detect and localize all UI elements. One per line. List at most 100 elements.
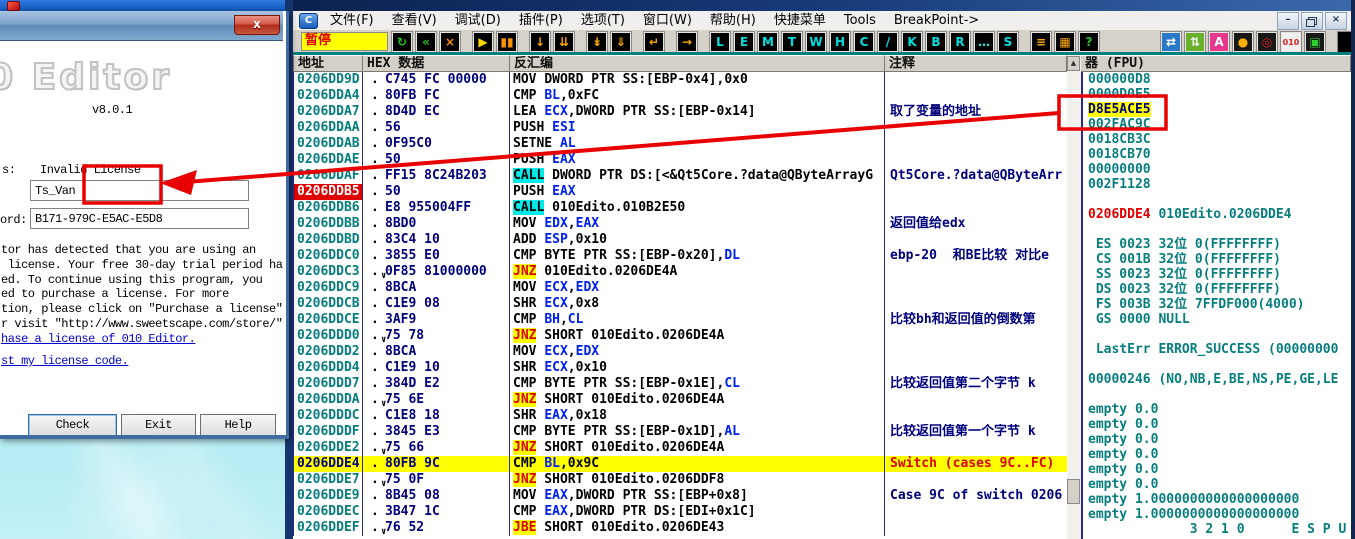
disasm-row[interactable]: 0206DDEF. ∨ 76 52 JBE SHORT 010Edito.0206DE…: [293, 520, 1067, 536]
register-line[interactable]: 3 2 1 0 E S P U: [1083, 522, 1351, 537]
register-line[interactable]: 00000246 (NO,NB,E,BE,NS,PE,GE,LE: [1083, 372, 1351, 387]
cpu-window-button[interactable]: C: [853, 31, 875, 53]
register-line[interactable]: CS 001B 32位 0(FFFFFFFF): [1083, 252, 1351, 267]
disasm-row[interactable]: 0206DDC3. ∨ 0F85 81000000 JNZ 010Edito.0206…: [293, 264, 1067, 280]
animate-into-button[interactable]: ↡: [586, 31, 608, 53]
executables-window-button[interactable]: E: [733, 31, 755, 53]
memory-window-button[interactable]: M: [757, 31, 779, 53]
disasm-scrollbar[interactable]: ▲: [1067, 55, 1081, 539]
menu-item-9[interactable]: Tools: [835, 11, 885, 30]
disasm-row[interactable]: 0206DDD2. 8BCA MOV ECX,EDX: [293, 344, 1067, 360]
disasm-row[interactable]: 0206DDD0. ∨ 75 78 JNZ SHORT 010Edito.0206DE…: [293, 328, 1067, 344]
disasm-row[interactable]: 0206DDE9. 8B45 08 MOV EAX,DWORD PTR SS:[EB…: [293, 488, 1067, 504]
disasm-row[interactable]: 0206DDCE. 3AF9 CMP BH,CL 比较bh和返回值的倒数第: [293, 312, 1067, 328]
purchase-license-link[interactable]: hase a license of 010 Editor.: [1, 332, 196, 346]
disasm-row[interactable]: 0206DDC0. 3855 E0 CMP BYTE PTR SS:[EBP-0x2…: [293, 248, 1067, 264]
plugin-circle-button[interactable]: ●: [1232, 31, 1254, 53]
password-field[interactable]: [30, 208, 249, 229]
register-line[interactable]: empty 0.0: [1083, 417, 1351, 432]
close-button[interactable]: ×: [1325, 12, 1347, 30]
help-button[interactable]: ?: [1078, 31, 1100, 53]
restore-button[interactable]: [1301, 12, 1323, 30]
call-stack-window-button[interactable]: K: [901, 31, 923, 53]
register-line[interactable]: empty 0.0: [1083, 402, 1351, 417]
register-line[interactable]: empty 1.0000000000000000000: [1083, 492, 1351, 507]
register-line[interactable]: [1083, 357, 1351, 372]
register-line[interactable]: empty 0.0: [1083, 462, 1351, 477]
scroll-up-icon[interactable]: ▲: [1067, 56, 1080, 71]
run-button[interactable]: ▶: [472, 31, 494, 53]
disasm-row[interactable]: 0206DDA4. 80FB FC CMP BL,0xFC: [293, 88, 1067, 104]
register-line[interactable]: GS 0000 NULL: [1083, 312, 1351, 327]
disasm-row[interactable]: 0206DDBD. 83C4 10 ADD ESP,0x10: [293, 232, 1067, 248]
step-into-button[interactable]: ↓: [529, 31, 551, 53]
disasm-row[interactable]: 0206DDAB. 0F95C0 SETNE AL: [293, 136, 1067, 152]
register-line[interactable]: 002FAC9C: [1083, 117, 1351, 132]
disasm-row[interactable]: 0206DDDF. 3845 E3 CMP BYTE PTR SS:[EBP-0x1…: [293, 424, 1067, 440]
disasm-row[interactable]: 0206DDAF. FF15 8C24B203 CALL DWORD PTR DS:…: [293, 168, 1067, 184]
disasm-row[interactable]: 0206DDCB. C1E9 08 SHR ECX,0x8: [293, 296, 1067, 312]
close-process-button[interactable]: ×: [439, 31, 461, 53]
register-line[interactable]: 0000D0E5: [1083, 87, 1351, 102]
pause-button[interactable]: ▮▮: [496, 31, 518, 53]
menu-item-7[interactable]: 帮助(H): [701, 11, 765, 30]
register-line[interactable]: 0018CB70: [1083, 147, 1351, 162]
threads-window-button[interactable]: T: [781, 31, 803, 53]
grid-button[interactable]: ▦: [1054, 31, 1076, 53]
plugin-window-button[interactable]: ▣: [1304, 31, 1326, 53]
register-line[interactable]: DS 0023 32位 0(FFFFFFFF): [1083, 282, 1351, 297]
minimize-button[interactable]: –: [1277, 12, 1299, 30]
plugin-010-button[interactable]: 010: [1280, 31, 1302, 53]
menu-item-1[interactable]: 文件(F): [321, 11, 383, 30]
help-button[interactable]: Help: [200, 414, 276, 435]
exit-button[interactable]: Exit: [121, 414, 196, 435]
plugin-target-button[interactable]: ◎: [1256, 31, 1278, 53]
register-line[interactable]: empty 0.0: [1083, 432, 1351, 447]
plugin-swap-button[interactable]: ⇄: [1160, 31, 1182, 53]
check-license-button[interactable]: Check License: [28, 414, 117, 435]
disasm-row[interactable]: 0206DDB6. E8 955004FF CALL 010Edito.010B2E…: [293, 200, 1067, 216]
disasm-row[interactable]: 0206DDB5. 50 PUSH EAX: [293, 184, 1067, 200]
register-line[interactable]: 0018CB3C: [1083, 132, 1351, 147]
register-line[interactable]: 002F1128: [1083, 177, 1351, 192]
disasm-row[interactable]: 0206DDE7. ∨ 75 0F JNZ SHORT 010Edito.0206DD…: [293, 472, 1067, 488]
register-line[interactable]: SS 0023 32位 0(FFFFFFFF): [1083, 267, 1351, 282]
register-line[interactable]: [1083, 387, 1351, 402]
register-line[interactable]: empty 0.0: [1083, 447, 1351, 462]
register-line[interactable]: empty 0.0: [1083, 477, 1351, 492]
scrollbar-thumb[interactable]: [1067, 479, 1080, 504]
list-button[interactable]: ≡: [1030, 31, 1052, 53]
disasm-row[interactable]: 0206DDEC. 3B47 1C CMP EAX,DWORD PTR DS:[ED…: [293, 504, 1067, 520]
restart-button[interactable]: ↻: [391, 31, 413, 53]
handles-window-button[interactable]: H: [829, 31, 851, 53]
cpu-window-icon[interactable]: C: [299, 13, 318, 29]
request-license-link[interactable]: st my license code.: [1, 354, 129, 368]
disasm-row[interactable]: 0206DDE2. ∨ 75 66 JNZ SHORT 010Edito.0206DE…: [293, 440, 1067, 456]
go-to-button[interactable]: →: [676, 31, 698, 53]
breakpoints-window-button[interactable]: B: [925, 31, 947, 53]
run-trace-window-button[interactable]: …: [973, 31, 995, 53]
step-back-button[interactable]: «: [415, 31, 437, 53]
patches-window-button[interactable]: /: [877, 31, 899, 53]
register-line[interactable]: 00000000: [1083, 162, 1351, 177]
plugin-updown-button[interactable]: ⇅: [1184, 31, 1206, 53]
menu-item-8[interactable]: 快捷菜单: [765, 11, 835, 30]
animate-over-button[interactable]: ⇓: [610, 31, 632, 53]
step-over-button[interactable]: ⇊: [553, 31, 575, 53]
disasm-row[interactable]: 0206DDAE. 50 PUSH EAX: [293, 152, 1067, 168]
execute-till-return-button[interactable]: ↵: [643, 31, 665, 53]
menu-item-3[interactable]: 调试(D): [446, 11, 510, 30]
disasm-row[interactable]: 0206DDE4. 80FB 9C CMP BL,0x9C Switch (cases…: [293, 456, 1067, 472]
log-window-button[interactable]: L: [709, 31, 731, 53]
disasm-row[interactable]: 0206DD9D. C745 FC 00000 MOV DWORD PTR SS:[…: [293, 72, 1067, 88]
register-line[interactable]: empty 1.0000000000000000000: [1083, 507, 1351, 522]
register-line[interactable]: [1083, 222, 1351, 237]
register-line[interactable]: [1083, 192, 1351, 207]
register-line[interactable]: 0206DDE4 010Edito.0206DDE4: [1083, 207, 1351, 222]
name-field[interactable]: [30, 180, 249, 201]
register-line[interactable]: D8E5ACE5: [1083, 102, 1351, 117]
menu-item-5[interactable]: 选项(T): [572, 11, 634, 30]
references-window-button[interactable]: R: [949, 31, 971, 53]
register-line[interactable]: LastErr ERROR_SUCCESS (00000000: [1083, 342, 1351, 357]
register-line[interactable]: FS 003B 32位 7FFDF000(4000): [1083, 297, 1351, 312]
